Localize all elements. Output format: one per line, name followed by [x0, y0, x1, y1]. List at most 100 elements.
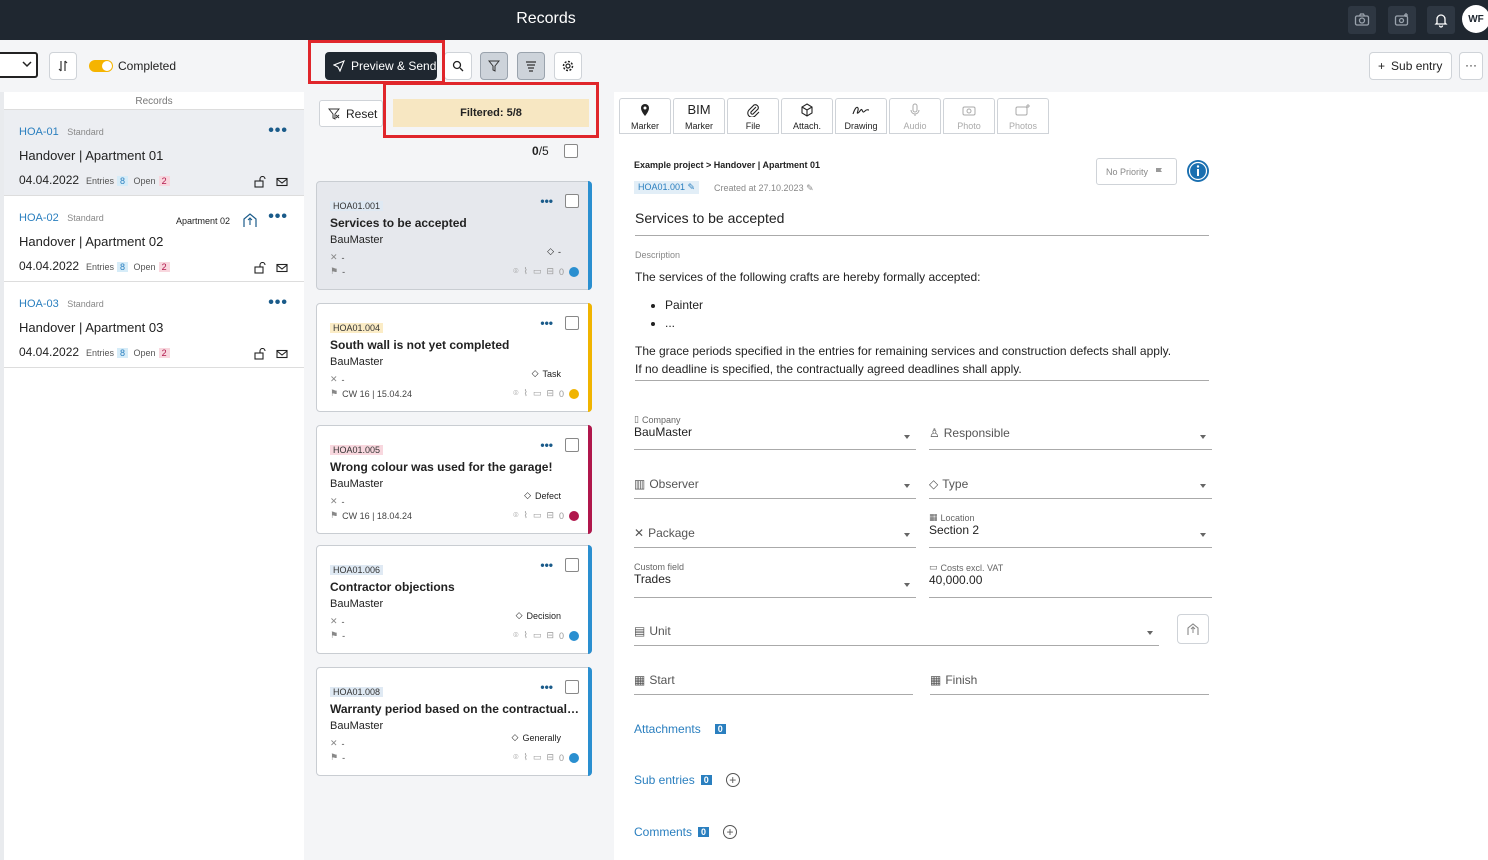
notifications-button[interactable] — [1427, 6, 1455, 34]
unit-field[interactable]: ▤ Unit — [634, 612, 1159, 646]
card-checkbox[interactable] — [565, 438, 579, 452]
record-select[interactable] — [0, 52, 38, 78]
record-item[interactable]: HOA-03 Standard ••• Handover | Apartment… — [4, 282, 304, 368]
record-menu-button[interactable]: ••• — [268, 294, 288, 312]
unit-picker-button[interactable] — [1177, 614, 1209, 644]
filter-icon — [488, 60, 500, 72]
entry-card[interactable]: HOA01.006 ••• Contractor objections BauM… — [316, 545, 592, 654]
card-menu-button[interactable]: ••• — [540, 558, 553, 572]
sub-entry-icon: ⊟ — [546, 630, 554, 640]
tool-audio[interactable]: Audio — [889, 98, 941, 134]
records-panel: Records HOA-01 Standard ••• Handover | A… — [0, 92, 304, 860]
start-date-field[interactable]: ▦ Start — [634, 664, 913, 695]
record-actions — [254, 348, 288, 360]
unlock-icon[interactable] — [254, 348, 266, 360]
status-bar — [588, 303, 592, 412]
tool-label: Photos — [1008, 121, 1038, 131]
description-field[interactable]: The services of the following crafts are… — [635, 268, 1209, 381]
reset-button[interactable]: Reset — [319, 100, 383, 127]
person-icon: ♙ — [929, 426, 940, 440]
add-photo-button[interactable] — [1388, 6, 1416, 34]
record-menu-button[interactable]: ••• — [268, 208, 288, 226]
add-comment-icon[interactable]: + — [723, 825, 738, 839]
comment-icon: ▭ — [532, 388, 542, 398]
finish-date-field[interactable]: ▦ Finish — [930, 664, 1209, 695]
entry-company: BauMaster — [330, 598, 384, 610]
card-menu-button[interactable]: ••• — [540, 438, 553, 452]
flag-icon: ⚑ — [330, 510, 339, 520]
responsible-field[interactable]: ♙ Responsible — [929, 414, 1212, 450]
tools-icon: ✕ — [330, 496, 338, 506]
flag-icon: ⚑ — [330, 266, 339, 276]
record-item[interactable]: HOA-02 Standard Apartment 02 ••• Handove… — [4, 196, 304, 282]
record-item[interactable]: HOA-01 Standard ••• Handover | Apartment… — [4, 110, 304, 196]
select-all-checkbox[interactable] — [564, 144, 578, 158]
entry-id-badge[interactable]: HOA01.001 ✎ — [634, 181, 700, 194]
card-checkbox[interactable] — [565, 316, 579, 330]
company-field[interactable]: ▯ Company BauMaster — [634, 414, 916, 450]
tag-icon: ◇ — [524, 490, 531, 500]
card-menu-button[interactable]: ••• — [540, 194, 553, 208]
page-title: Records — [516, 10, 576, 27]
attachments-section[interactable]: Attachments 0 — [634, 722, 726, 736]
entry-card[interactable]: HOA01.008 ••• Warranty period based on t… — [316, 667, 592, 776]
entry-type-label: Generally — [522, 732, 561, 743]
sort-button[interactable] — [49, 52, 77, 80]
custom-field[interactable]: Custom field Trades — [634, 562, 916, 598]
costs-field[interactable]: ▭ Costs excl. VAT 40,000.00 — [929, 562, 1212, 598]
entry-title[interactable]: Services to be accepted — [635, 210, 1209, 236]
tool-marker-bim[interactable]: BIM Marker — [673, 98, 725, 134]
user-avatar[interactable]: WF — [1462, 5, 1488, 33]
tool-attach[interactable]: Attach. — [781, 98, 833, 134]
description-list: Painter ... — [665, 296, 1209, 332]
entries-count: 8 — [117, 176, 129, 186]
add-sub-entry-icon[interactable]: + — [725, 773, 740, 787]
filter-button[interactable] — [480, 52, 508, 80]
type-field[interactable]: ◇ Type — [929, 463, 1212, 499]
observer-field[interactable]: ▥ Observer — [634, 463, 916, 499]
flag-icon: ⚑ — [330, 388, 339, 398]
card-checkbox[interactable] — [565, 558, 579, 572]
breadcrumb[interactable]: Example project > Handover | Apartment 0… — [634, 160, 820, 170]
settings-button[interactable] — [554, 52, 582, 80]
completed-toggle[interactable] — [89, 60, 113, 72]
plus-icon: + — [1378, 59, 1386, 73]
list-view-button[interactable] — [517, 52, 545, 80]
mail-icon[interactable] — [276, 262, 288, 274]
card-checkbox[interactable] — [565, 194, 579, 208]
unlock-icon[interactable] — [254, 262, 266, 274]
card-indicators: ⌾ ⌇ ▭ ⊟ 0 — [513, 630, 579, 641]
priority-button[interactable]: No Priority — [1096, 158, 1177, 185]
card-menu-button[interactable]: ••• — [540, 316, 553, 330]
more-button[interactable]: ··· — [1459, 52, 1483, 80]
attachments-count: 0 — [714, 724, 726, 734]
entry-card[interactable]: HOA01.005 ••• Wrong colour was used for … — [316, 425, 592, 534]
record-type: Standard — [67, 127, 104, 137]
card-menu-button[interactable]: ••• — [540, 680, 553, 694]
entry-id: HOA01.001 — [330, 201, 384, 211]
entry-card[interactable]: HOA01.001 ••• Services to be accepted Ba… — [316, 181, 592, 290]
assignee-value: - — [341, 738, 345, 749]
package-field[interactable]: ✕ Package — [634, 512, 916, 548]
card-checkbox[interactable] — [565, 680, 579, 694]
camera-button[interactable] — [1348, 6, 1376, 34]
location-field[interactable]: ▦ Location Section 2 — [929, 512, 1212, 548]
sub-entries-section[interactable]: Sub entries 0 + — [634, 773, 740, 787]
created-date[interactable]: Created at 27.10.2023 ✎ — [714, 183, 814, 194]
info-icon[interactable] — [1186, 159, 1210, 183]
records-list: HOA-01 Standard ••• Handover | Apartment… — [4, 110, 304, 368]
comments-section[interactable]: Comments 0 + — [634, 825, 738, 839]
mail-icon[interactable] — [276, 348, 288, 360]
unlock-icon[interactable] — [254, 176, 266, 188]
record-name: Handover | Apartment 03 — [19, 320, 164, 335]
entry-card[interactable]: HOA01.004 ••• South wall is not yet comp… — [316, 303, 592, 412]
tool-marker[interactable]: Marker — [619, 98, 671, 134]
mail-icon[interactable] — [276, 176, 288, 188]
tool-file[interactable]: File — [727, 98, 779, 134]
search-button[interactable] — [444, 52, 472, 80]
sub-entry-button[interactable]: + Sub entry — [1369, 52, 1452, 80]
tool-photo[interactable]: Photo — [943, 98, 995, 134]
tool-photos[interactable]: Photos — [997, 98, 1049, 134]
record-menu-button[interactable]: ••• — [268, 122, 288, 140]
tool-drawing[interactable]: Drawing — [835, 98, 887, 134]
